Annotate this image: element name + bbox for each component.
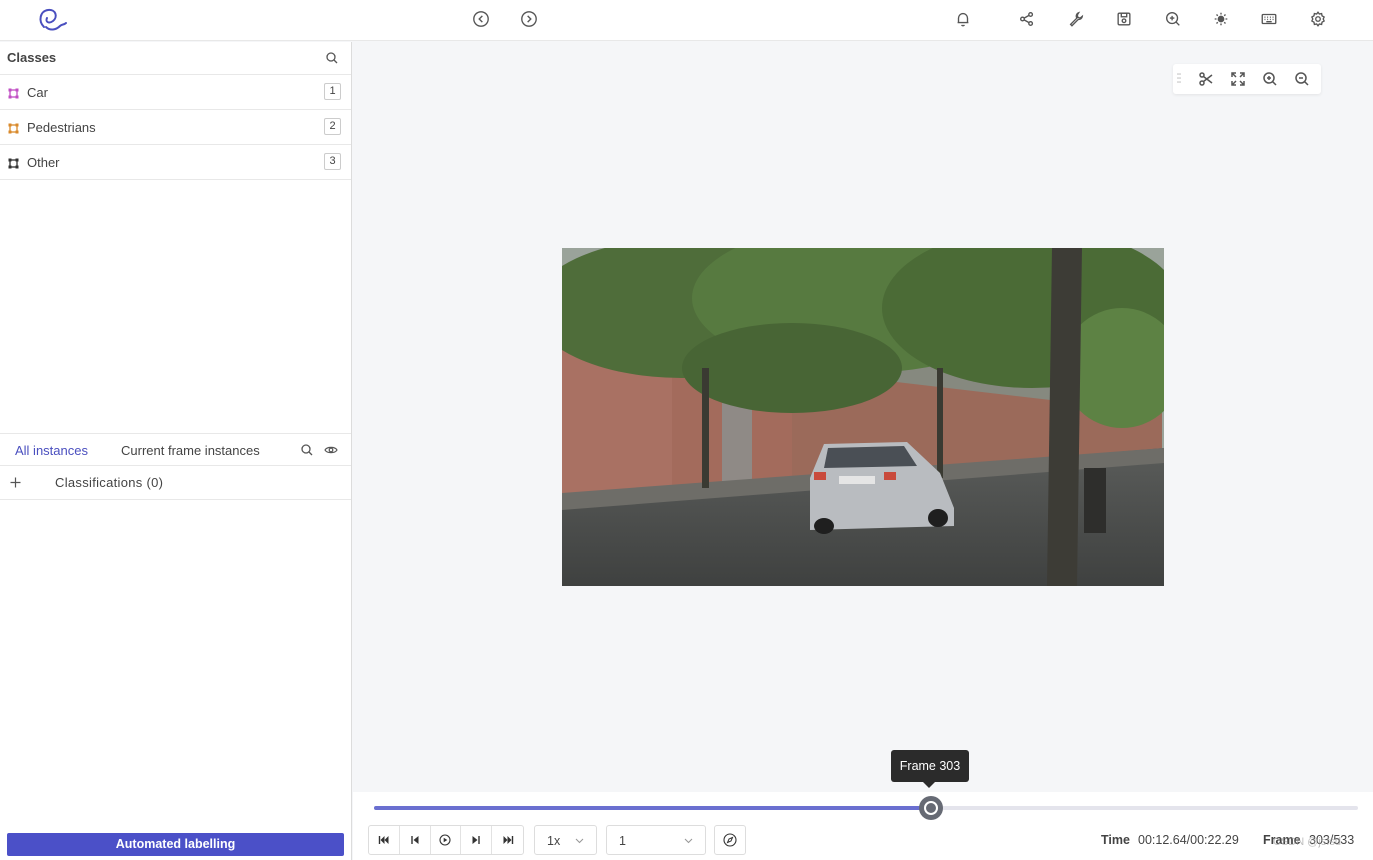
classes-title: Classes: [7, 50, 57, 65]
previous-frame-button[interactable]: [400, 826, 431, 854]
plus-icon[interactable]: [9, 476, 22, 489]
zoom-out-icon[interactable]: [1294, 71, 1310, 87]
class-hotkey: 1: [324, 83, 341, 100]
gear-icon[interactable]: [1307, 8, 1329, 30]
zoom-in-icon[interactable]: [1162, 8, 1184, 30]
first-frame-button[interactable]: [369, 826, 400, 854]
canvas-toolbar: [1173, 64, 1321, 94]
compass-icon: [723, 833, 737, 847]
keyboard-icon[interactable]: [1258, 8, 1280, 30]
classifications-row[interactable]: Classifications (0): [0, 466, 351, 500]
frame-slider-handle[interactable]: [918, 796, 943, 820]
last-frame-button[interactable]: [492, 826, 523, 854]
next-frame-button[interactable]: [461, 826, 493, 854]
frame-slider[interactable]: [374, 796, 1358, 820]
bounding-box-icon: [8, 86, 19, 99]
skip-first-icon: [378, 836, 389, 844]
zoom-in-icon[interactable]: [1262, 71, 1278, 87]
player-controls: Frame 303 1x 1 Time 00:12.64/00:22.29 Fr…: [353, 750, 1373, 860]
frame-slider-fill: [374, 806, 931, 810]
class-item-pedestrians[interactable]: Pedestrians 2: [0, 110, 351, 145]
save-icon[interactable]: [1113, 8, 1135, 30]
class-label: Other: [27, 155, 60, 170]
next-icon[interactable]: [518, 8, 540, 30]
class-label: Pedestrians: [27, 120, 96, 135]
canvas-area[interactable]: [353, 42, 1373, 792]
sun-icon[interactable]: [1210, 8, 1232, 30]
fit-screen-icon[interactable]: [1230, 71, 1246, 87]
previous-icon[interactable]: [470, 8, 492, 30]
tab-current-frame-instances[interactable]: Current frame instances: [121, 443, 260, 458]
sidebar: Classes Car 1 Pedestrians 2 Other 3 All …: [0, 42, 352, 860]
frame-tooltip: Frame 303: [891, 750, 969, 788]
step-select[interactable]: 1: [606, 825, 706, 855]
play-icon: [439, 834, 452, 846]
watermark: CSDN @jsfsd: [1273, 836, 1342, 848]
top-toolbar: [0, 0, 1373, 41]
step-forward-icon: [472, 836, 480, 844]
play-button[interactable]: [431, 826, 462, 854]
speed-select[interactable]: 1x: [534, 825, 597, 855]
wrench-icon[interactable]: [1065, 8, 1087, 30]
skip-last-icon: [503, 836, 513, 844]
automated-labelling-button[interactable]: Automated labelling: [7, 833, 344, 856]
step-back-icon: [410, 836, 419, 844]
video-frame-image[interactable]: [562, 248, 1164, 586]
chevron-down-icon: [684, 838, 693, 844]
class-item-other[interactable]: Other 3: [0, 145, 351, 180]
chevron-down-icon: [575, 838, 584, 844]
scissors-icon[interactable]: [1198, 71, 1214, 87]
app-logo[interactable]: [34, 5, 70, 35]
search-icon[interactable]: [300, 443, 314, 457]
class-hotkey: 2: [324, 118, 341, 135]
time-value: 00:12.64/00:22.29: [1138, 833, 1239, 847]
navigate-button[interactable]: [714, 825, 746, 855]
classifications-label: Classifications (0): [55, 475, 164, 490]
share-icon[interactable]: [1016, 8, 1038, 30]
eye-icon[interactable]: [324, 443, 338, 457]
class-item-car[interactable]: Car 1: [0, 75, 351, 110]
bounding-box-icon: [8, 156, 19, 169]
step-value: 1: [619, 834, 626, 848]
instance-tabs: All instances Current frame instances: [0, 433, 351, 466]
search-icon[interactable]: [325, 51, 339, 65]
class-hotkey: 3: [324, 153, 341, 170]
bounding-box-icon: [8, 121, 19, 134]
classes-header: Classes: [0, 42, 351, 75]
speed-value: 1x: [547, 834, 561, 848]
drag-handle-icon[interactable]: [1177, 72, 1181, 86]
time-label: Time: [1101, 833, 1130, 847]
tab-all-instances[interactable]: All instances: [15, 443, 88, 458]
bell-icon[interactable]: [952, 8, 974, 30]
playback-buttons: [368, 825, 524, 855]
class-label: Car: [27, 85, 48, 100]
